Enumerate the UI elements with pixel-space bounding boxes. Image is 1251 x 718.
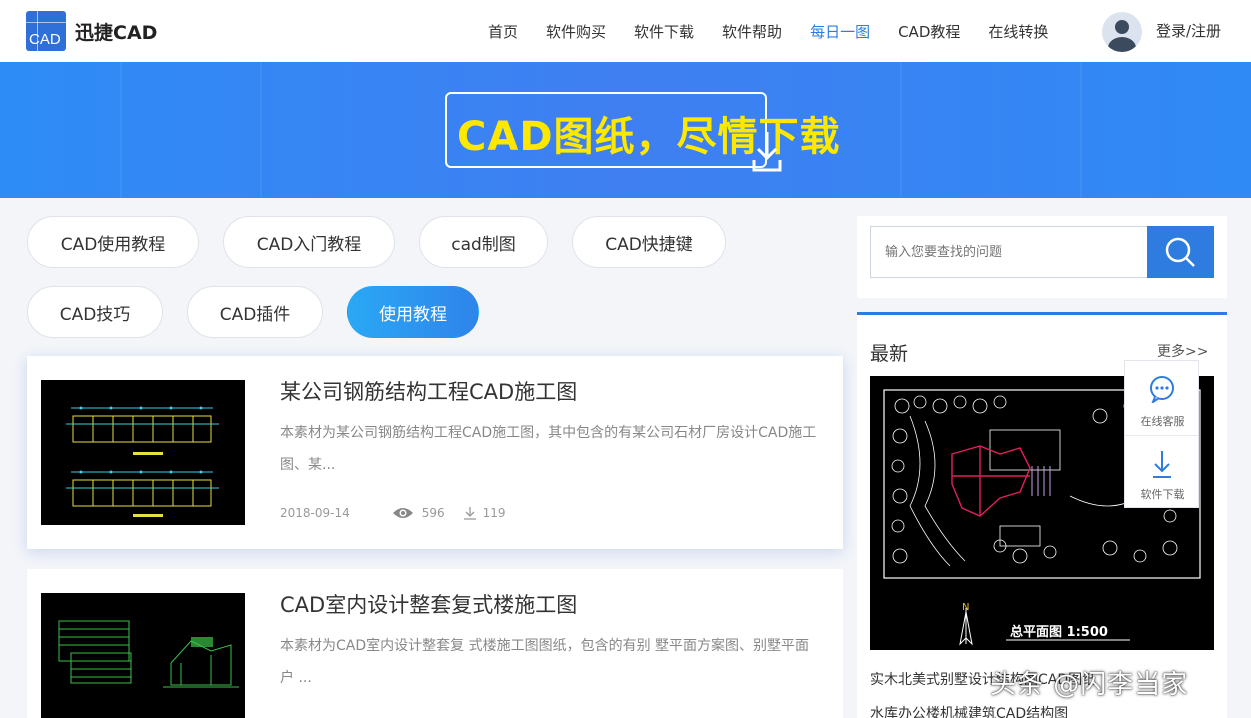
nav-home[interactable]: 首页 xyxy=(488,21,518,42)
software-download-label: 软件下载 xyxy=(1140,488,1185,501)
nav-download[interactable]: 软件下载 xyxy=(634,21,694,42)
online-service-label: 在线客服 xyxy=(1140,415,1185,428)
search-input[interactable] xyxy=(870,226,1148,278)
eye-icon xyxy=(392,508,413,518)
article-downloads: 119 xyxy=(463,506,506,520)
chat-icon xyxy=(1150,376,1174,403)
latest-title: 最新 xyxy=(870,343,909,365)
article-meta: 2018-09-14 596 119 xyxy=(280,506,506,520)
article-thumbnail[interactable] xyxy=(41,593,245,718)
search-button[interactable] xyxy=(1147,226,1214,278)
article-thumbnail[interactable] xyxy=(41,380,245,525)
downloads-count: 119 xyxy=(482,506,506,520)
login-register-link[interactable]: 登录/注册 xyxy=(1156,20,1221,41)
logo[interactable]: CAD 迅捷CAD xyxy=(26,11,157,51)
more-link[interactable]: 更多>> xyxy=(1157,341,1208,361)
plan-caption: 总平面图 1:500 xyxy=(1010,624,1108,640)
article-card[interactable]: CAD室内设计整套复式楼施工图 本素材为CAD室内设计整套复 式楼施工图图纸，包… xyxy=(27,569,843,718)
download-icon xyxy=(752,132,782,172)
tag-usage-tutorial[interactable]: 使用教程 xyxy=(347,286,479,338)
nav-help[interactable]: 软件帮助 xyxy=(722,21,782,42)
download-count-icon xyxy=(463,507,476,520)
nav-online-convert[interactable]: 在线转换 xyxy=(988,21,1048,42)
nav-buy[interactable]: 软件购买 xyxy=(546,21,606,42)
tag-cad-tips[interactable]: CAD技巧 xyxy=(27,286,163,338)
banner-slogan: CAD图纸，尽情下载 xyxy=(457,114,841,160)
avatar[interactable] xyxy=(1102,12,1142,52)
logo-box: CAD xyxy=(26,11,66,51)
latest-item[interactable]: 水库办公楼机械建筑CAD结构图 xyxy=(870,703,1068,718)
search-icon xyxy=(1165,237,1195,267)
site-header: CAD 迅捷CAD 首页 软件购买 软件下载 软件帮助 每日一图 CAD教程 在… xyxy=(0,0,1251,62)
online-service-button[interactable]: 在线客服 xyxy=(1125,361,1200,435)
article-title[interactable]: 某公司钢筋结构工程CAD施工图 xyxy=(280,376,577,406)
logo-box-label: CAD xyxy=(29,31,61,48)
download-arrow-icon xyxy=(1153,451,1171,478)
logo-text: 迅捷CAD xyxy=(75,21,158,44)
software-download-button[interactable]: 软件下载 xyxy=(1125,435,1200,509)
article-description: 本素材为CAD室内设计整套复 式楼施工图图纸，包含的有别 墅平面方案图、别墅平面… xyxy=(280,638,810,686)
tag-cad-drawing[interactable]: cad制图 xyxy=(419,216,548,268)
north-label: N xyxy=(962,602,969,613)
article-views: 596 xyxy=(392,506,445,520)
main-nav: 首页 软件购买 软件下载 软件帮助 每日一图 CAD教程 在线转换 xyxy=(488,0,1076,62)
banner-slogan-box[interactable]: CAD图纸，尽情下载 xyxy=(445,92,840,168)
floating-service-panel: 在线客服 软件下载 xyxy=(1124,360,1199,508)
article-date: 2018-09-14 xyxy=(280,506,350,520)
tag-cad-intro-tutorial[interactable]: CAD入门教程 xyxy=(223,216,395,268)
tag-cad-usage-tutorial[interactable]: CAD使用教程 xyxy=(27,216,199,268)
article-description: 本素材为某公司钢筋结构工程CAD施工图，其中包含的有某公司石材厂房设计CAD施工… xyxy=(280,425,817,473)
views-count: 596 xyxy=(421,506,445,520)
article-card[interactable]: 某公司钢筋结构工程CAD施工图 本素材为某公司钢筋结构工程CAD施工图，其中包含… xyxy=(27,356,843,549)
watermark: 头条 @闪李当家 xyxy=(990,670,1189,700)
article-title[interactable]: CAD室内设计整套复式楼施工图 xyxy=(280,589,577,619)
banner: CAD图纸，尽情下载 xyxy=(0,62,1251,198)
nav-daily-image[interactable]: 每日一图 xyxy=(810,21,870,42)
tag-cad-shortcuts[interactable]: CAD快捷键 xyxy=(572,216,726,268)
tag-cad-plugins[interactable]: CAD插件 xyxy=(187,286,323,338)
nav-cad-tutorial[interactable]: CAD教程 xyxy=(898,21,960,42)
search-panel xyxy=(857,216,1227,298)
